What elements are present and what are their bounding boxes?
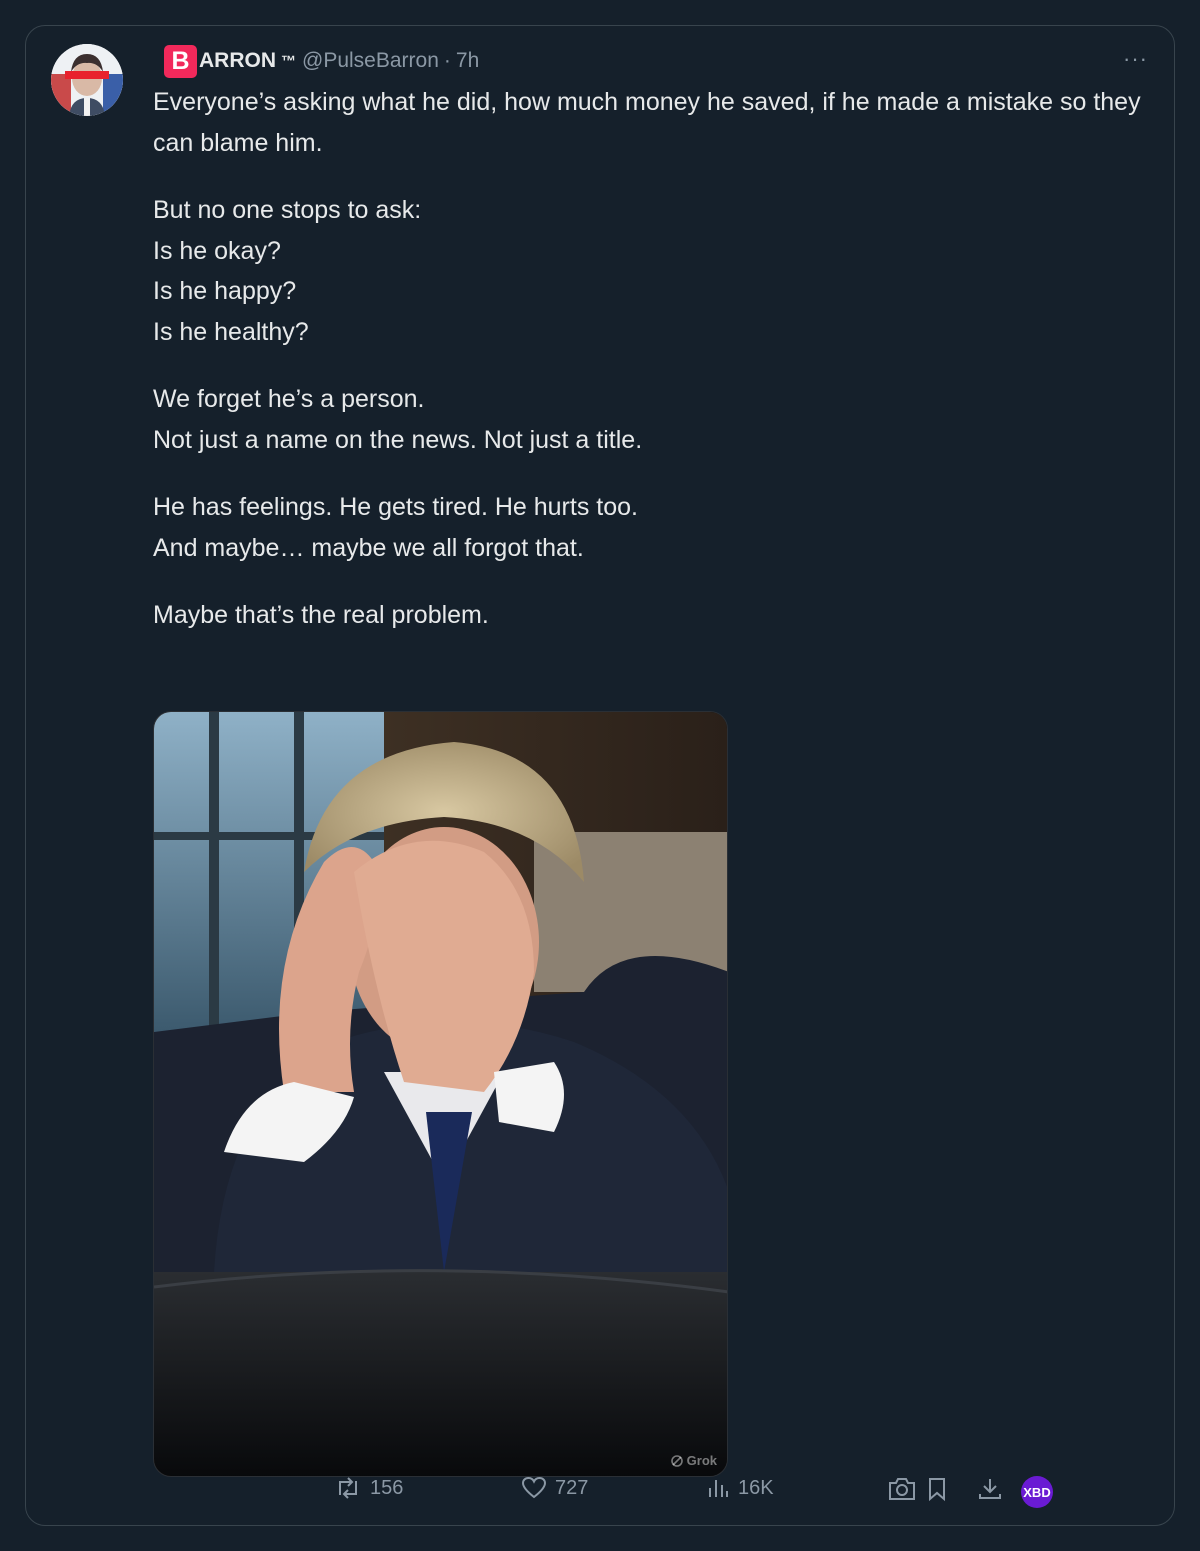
tweet-card: B ARRON ™ @PulseBarron · 7h ··· Everyone… [25,25,1175,1526]
like-icon [521,1476,547,1499]
avatar[interactable] [51,44,123,116]
avatar-image [51,44,123,116]
views-icon [709,1480,728,1497]
tweet-paragraph: We forget he’s a person. Not just a name… [153,385,643,454]
screenshot-button[interactable] [887,1476,917,1502]
photo-illustration [154,712,727,1476]
retweet-button[interactable]: 156 [334,1476,403,1500]
tweet-paragraph: But no one stops to ask: Is he okay? Is … [153,196,422,346]
author-display-name[interactable]: ARRON [199,49,276,73]
tweet-media-image[interactable]: Grok [153,711,728,1477]
header-separator: · [443,49,451,72]
extension-badge[interactable]: XBD [1021,1476,1053,1508]
bookmark-icon [929,1478,945,1502]
tweet-paragraph: He has feelings. He gets tired. He hurts… [153,493,638,562]
action-bar: 156 727 16K XBD [26,1476,1176,1510]
bookmark-button[interactable] [926,1476,948,1502]
brand-letter-badge[interactable]: B [164,44,197,78]
tweet-paragraph: Everyone’s asking what he did, how much … [153,88,1141,157]
tweet-text: Everyone’s asking what he did, how much … [153,82,1143,636]
author-handle[interactable]: @PulseBarron [302,49,439,73]
grok-icon [670,1454,683,1467]
like-button[interactable]: 727 [521,1476,588,1500]
views-button[interactable]: 16K [706,1476,774,1500]
trademark-symbol: ™ [281,52,296,70]
retweet-icon [339,1477,357,1499]
camera-icon [889,1478,915,1500]
more-icon[interactable]: ··· [1123,46,1148,72]
views-count: 16K [738,1476,774,1499]
tweet-paragraph: Maybe that’s the real problem. [153,601,489,629]
tweet-header: B ARRON ™ @PulseBarron · 7h [164,44,479,78]
download-icon [979,1479,1001,1499]
retweet-count: 156 [370,1476,404,1499]
download-button[interactable] [977,1476,1003,1502]
grok-watermark: Grok [670,1453,717,1468]
post-time[interactable]: 7h [456,49,479,73]
watermark-text: Grok [686,1453,717,1468]
like-count: 727 [555,1476,589,1499]
